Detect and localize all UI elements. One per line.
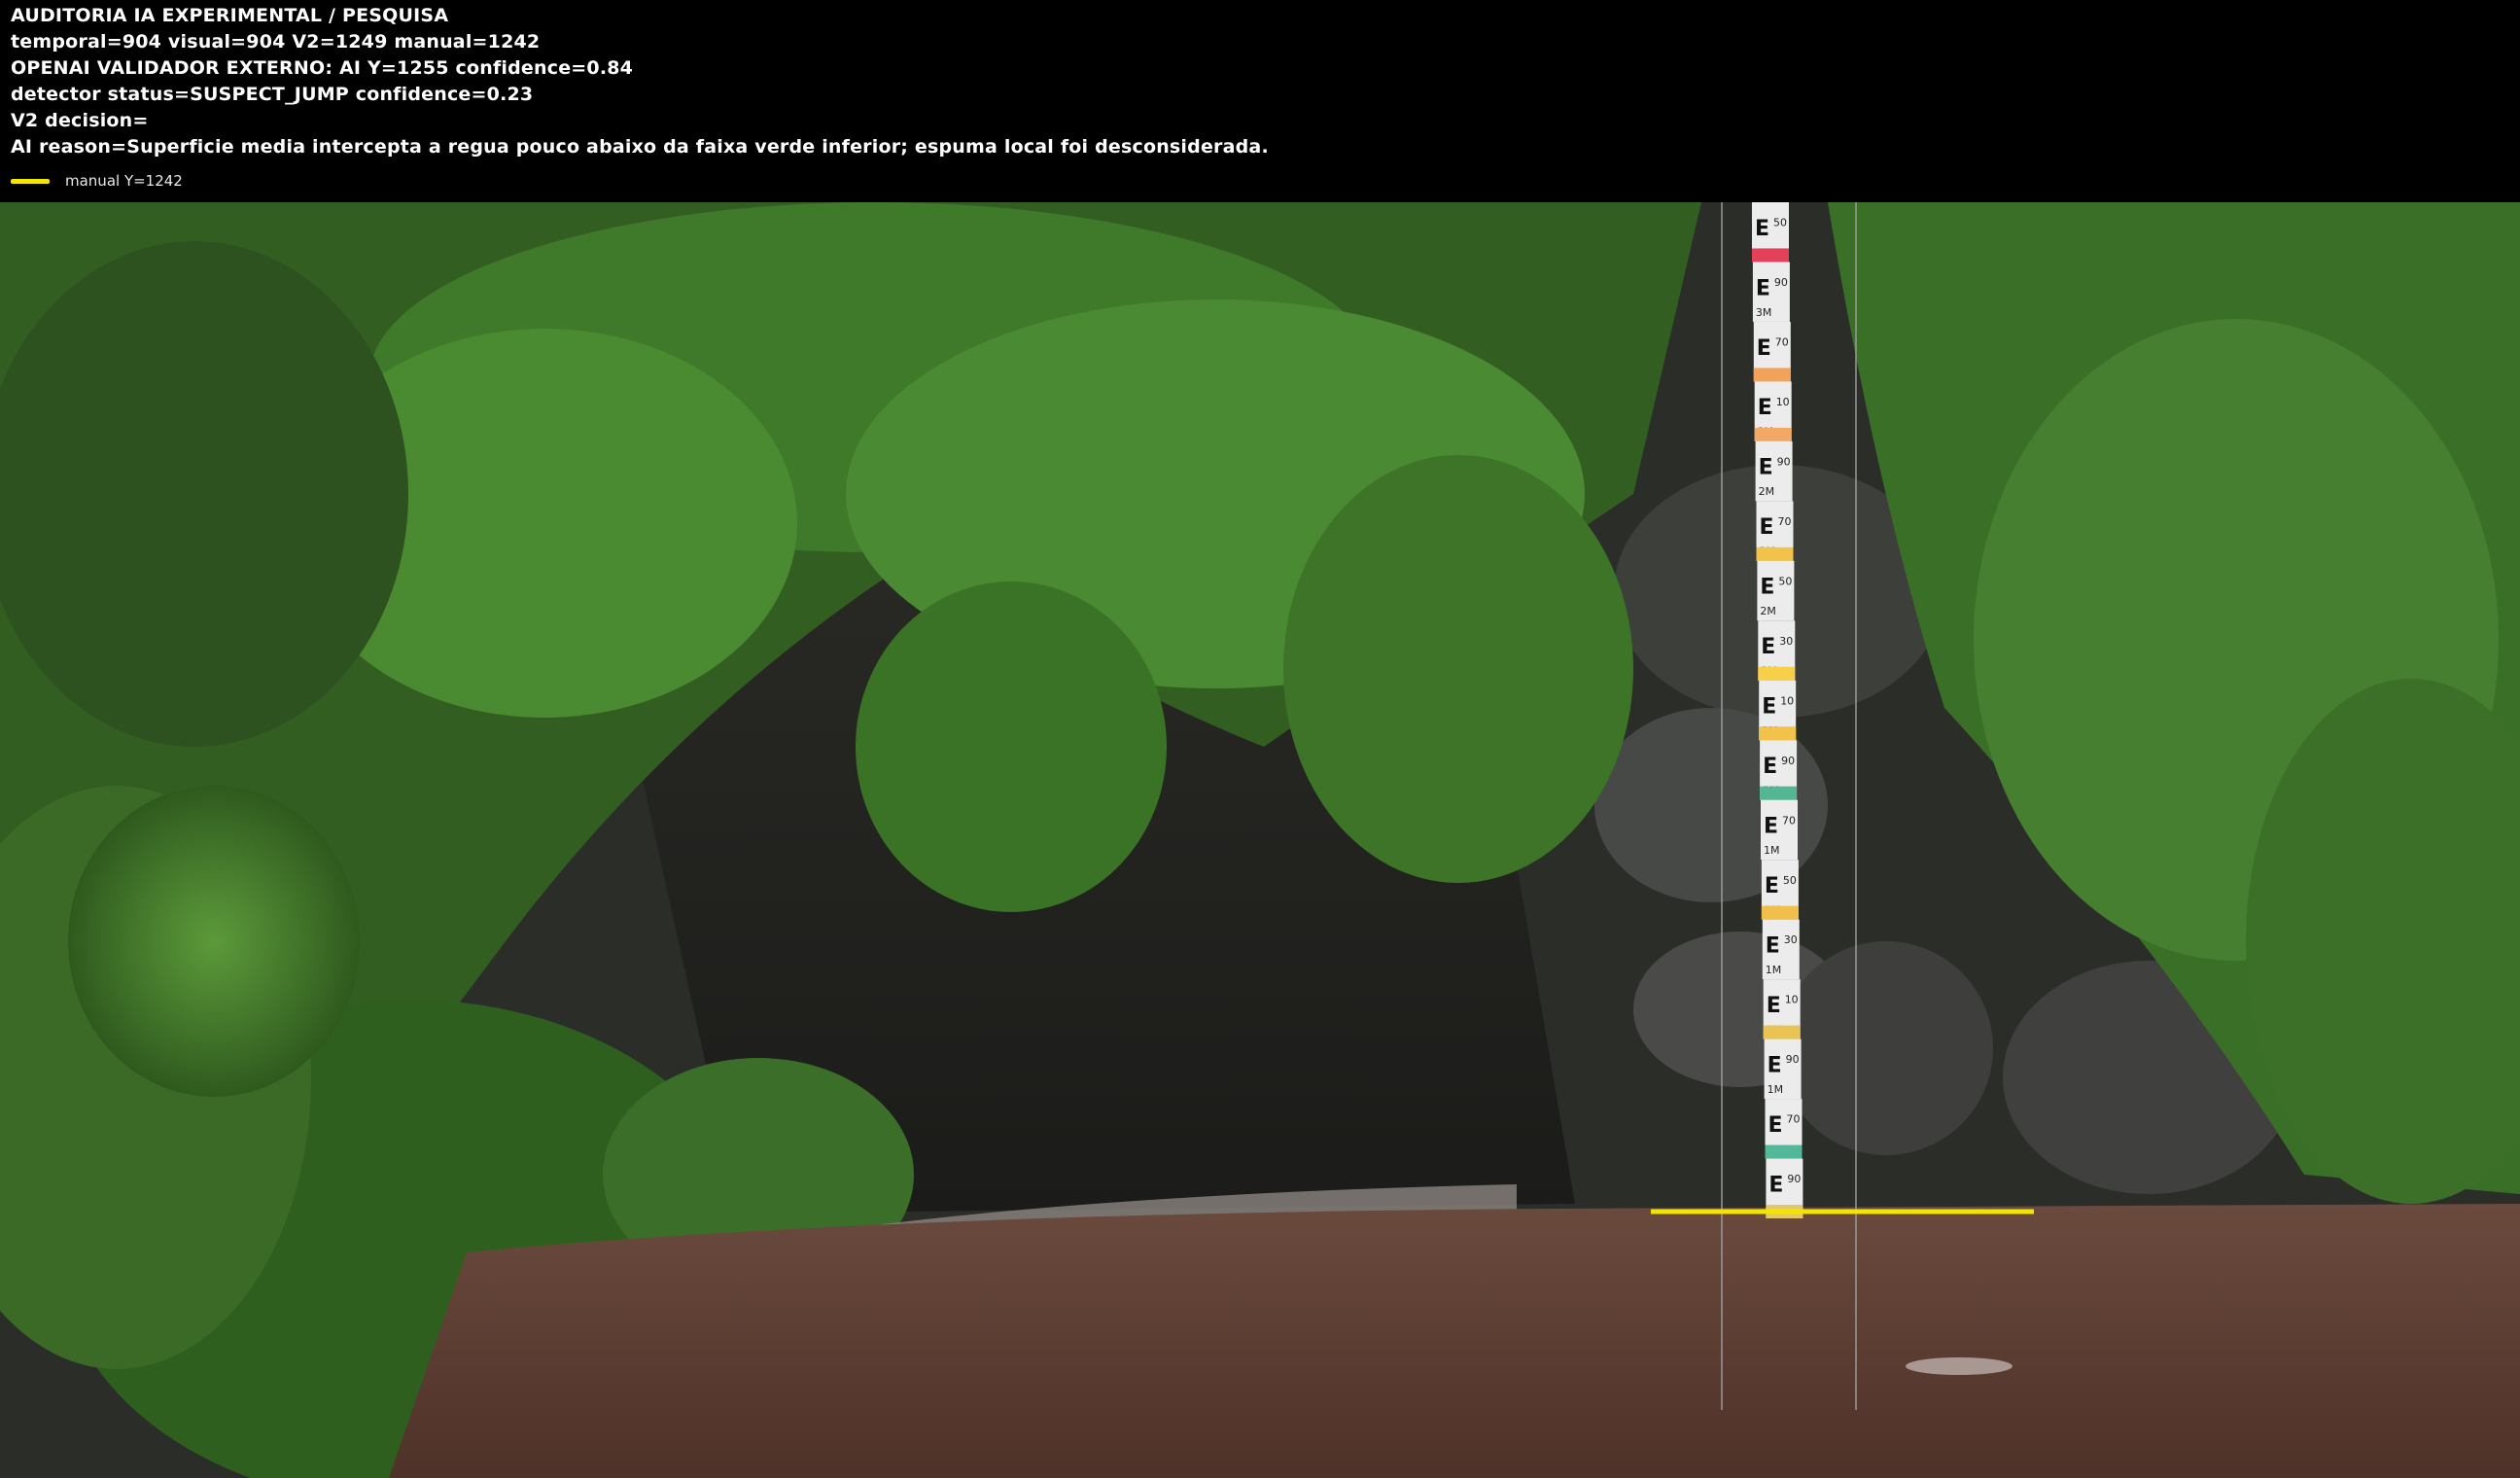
river-scene-image: E503ME903ME703ME103ME902ME702ME502ME302M… <box>0 202 2520 1478</box>
gauge-number: 10 <box>1776 396 1790 408</box>
gauge-color-band <box>1754 427 1792 441</box>
gauge-number: 70 <box>1778 515 1792 528</box>
gauge-e-mark: E <box>1768 1173 1783 1197</box>
gauge-e-mark: E <box>1765 874 1779 898</box>
gauge-meter-label: 1M <box>1764 844 1780 857</box>
external-validator-line: OPENAI VALIDADOR EXTERNO: AI Y=1255 conf… <box>11 57 634 79</box>
gauge-e-mark: E <box>1767 994 1781 1018</box>
gauge-color-band <box>1761 905 1799 920</box>
gauge-number: 10 <box>1780 694 1794 707</box>
foam-patch <box>1906 1357 2012 1375</box>
gauge-number: 50 <box>1778 575 1792 587</box>
gauge-meter-label: 3M <box>1756 306 1772 319</box>
gauge-color-band <box>1752 248 1789 263</box>
gauge-e-mark: E <box>1768 1053 1782 1077</box>
gauge-meter-label: 1M <box>1766 964 1782 976</box>
gauge-color-band <box>1758 666 1796 681</box>
detector-status-line: detector status=SUSPECT_JUMP confidence=… <box>11 84 534 105</box>
gauge-color-band <box>1765 1144 1802 1159</box>
gauge-number: 70 <box>1775 336 1789 349</box>
camera-frame: E503ME903ME703ME103ME902ME702ME502ME302M… <box>0 202 2520 1478</box>
gauge-e-mark: E <box>1762 695 1776 720</box>
audit-header: AUDITORIA IA EXPERIMENTAL / PESQUISA tem… <box>0 0 2520 202</box>
measurement-summary: temporal=904 visual=904 V2=1249 manual=1… <box>11 31 541 53</box>
gauge-color-band <box>1760 786 1798 800</box>
gauge-e-mark: E <box>1759 456 1773 480</box>
gauge-number: 90 <box>1777 455 1791 468</box>
gauge-color-band <box>1763 1025 1801 1039</box>
gauge-number: 90 <box>1787 1173 1801 1185</box>
legend-label: manual Y=1242 <box>65 172 183 190</box>
gauge-e-mark: E <box>1768 1113 1783 1138</box>
manual-legend: manual Y=1242 <box>11 171 183 191</box>
v2-decision-line: V2 decision= <box>11 110 149 131</box>
gauge-number: 10 <box>1785 994 1799 1006</box>
ai-reason-line: AI reason=Superficie media intercepta a … <box>11 136 1269 158</box>
gauge-meter-label: 1M <box>1768 1083 1784 1096</box>
gauge-number: 30 <box>1784 933 1798 946</box>
gauge-color-band <box>1759 726 1797 741</box>
gauge-e-mark: E <box>1760 576 1774 600</box>
gauge-meter-label: 2M <box>1760 605 1776 617</box>
gauge-e-mark: E <box>1757 336 1771 361</box>
gauge-e-mark: E <box>1766 933 1780 958</box>
gauge-number: 50 <box>1783 874 1797 887</box>
gauge-e-mark: E <box>1763 755 1777 779</box>
gauge-number: 50 <box>1773 217 1787 229</box>
gauge-e-mark: E <box>1758 396 1772 420</box>
gauge-number: 90 <box>1774 276 1788 289</box>
gauge-number: 90 <box>1781 755 1795 767</box>
gauge-number: 30 <box>1779 635 1793 648</box>
gauge-meter-label: 2M <box>1759 485 1775 498</box>
gauge-color-band <box>1756 546 1794 561</box>
gauge-number: 70 <box>1782 814 1796 827</box>
gauge-e-mark: E <box>1760 515 1774 540</box>
river-water <box>389 1204 2520 1478</box>
gauge-e-mark: E <box>1761 635 1775 659</box>
gauge-number: 90 <box>1786 1053 1800 1066</box>
line-swatch-icon <box>11 178 50 184</box>
gauge-e-mark: E <box>1764 815 1778 839</box>
audit-title: AUDITORIA IA EXPERIMENTAL / PESQUISA <box>11 5 449 26</box>
gauge-e-mark: E <box>1755 217 1769 241</box>
gauge-color-band <box>1753 368 1791 382</box>
gauge-number: 70 <box>1787 1113 1801 1126</box>
gauge-e-mark: E <box>1756 276 1770 300</box>
